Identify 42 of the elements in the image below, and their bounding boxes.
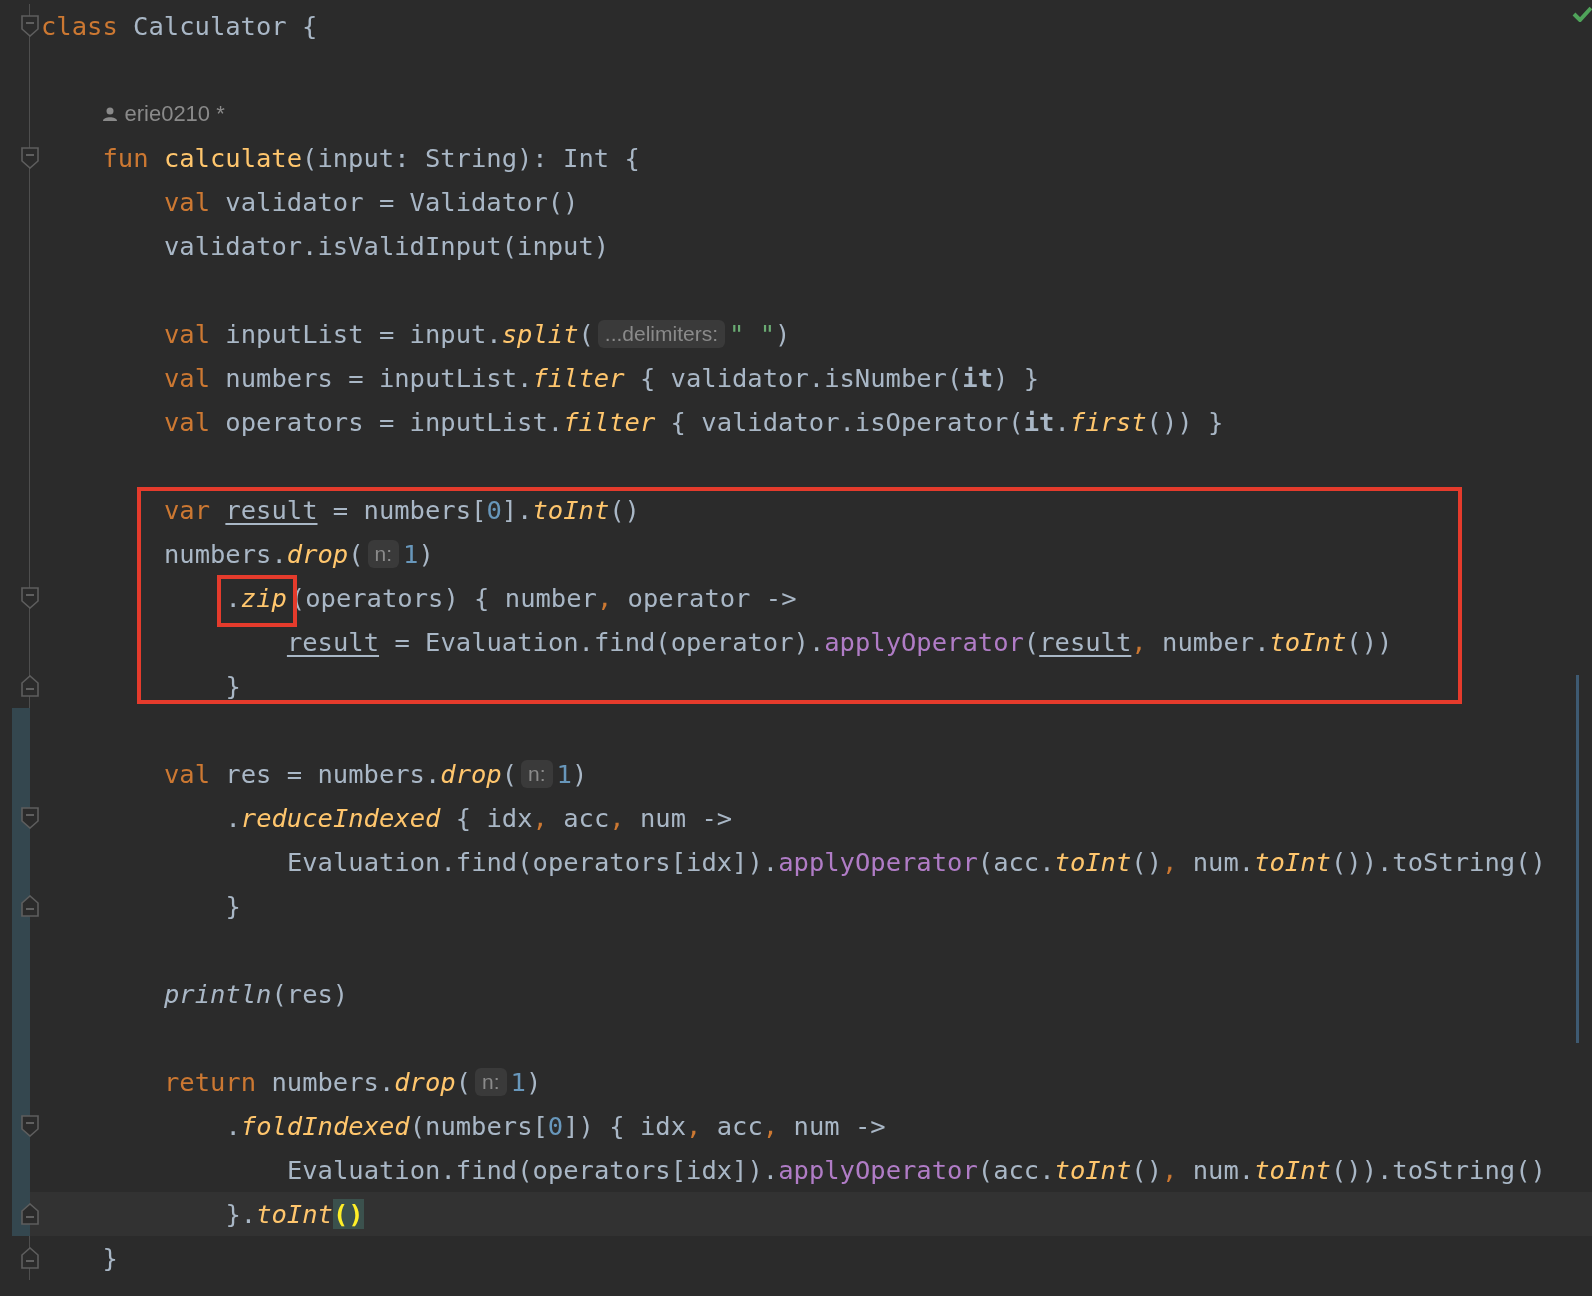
code-text: 1) bbox=[403, 538, 434, 570]
code-text: numbers.drop( bbox=[163, 538, 364, 570]
code-text: val validator = Validator() bbox=[163, 186, 579, 218]
code-text: 1) bbox=[510, 1066, 542, 1098]
code-text: var result = numbers[0].toInt() bbox=[163, 494, 640, 526]
code-text: Evaluation.find(operators[idx]).applyOperator(acc.toInt(), num.toInt()).toString() bbox=[286, 1154, 1546, 1186]
fold-icon[interactable] bbox=[21, 147, 39, 169]
fold-icon[interactable] bbox=[21, 895, 39, 917]
inlay-hint: n: bbox=[475, 1068, 507, 1096]
code-text: println(res) bbox=[163, 978, 349, 1010]
fold-icon[interactable] bbox=[21, 1247, 39, 1269]
code-text: val operators = inputList.filter { validator.isOperator(it.first()) } bbox=[163, 406, 1224, 438]
code-text: " ") bbox=[729, 318, 791, 350]
code-text: (operators) { number, operator -> bbox=[289, 582, 797, 614]
code-text: } bbox=[225, 890, 241, 922]
code-text: }.toInt() bbox=[225, 1198, 364, 1230]
code-text: class Calculator { bbox=[41, 10, 318, 42]
fold-icon[interactable] bbox=[21, 1115, 39, 1137]
code-text: validator.isValidInput(input) bbox=[163, 230, 610, 262]
inlay-hint: ...delimiters: bbox=[597, 320, 726, 348]
fold-icon[interactable] bbox=[21, 587, 39, 609]
code-text: .reduceIndexed { idx, acc, num -> bbox=[225, 802, 733, 834]
author-label[interactable]: erie0210 * bbox=[124, 101, 225, 127]
fold-icon[interactable] bbox=[21, 15, 39, 37]
fold-icon[interactable] bbox=[21, 807, 39, 829]
code-text: } bbox=[102, 1242, 118, 1274]
code-text: return numbers.drop( bbox=[163, 1066, 472, 1098]
person-icon bbox=[102, 106, 119, 122]
code-text: 1) bbox=[556, 758, 588, 790]
code-text: val res = numbers.drop( bbox=[163, 758, 518, 790]
code-text: val inputList = input.split( bbox=[163, 318, 594, 350]
code-text: result = Evaluation.find(operator).applyOperator(result, number.toInt()) bbox=[286, 626, 1393, 658]
code-text: } bbox=[225, 670, 241, 702]
inlay-hint: n: bbox=[367, 540, 400, 568]
fold-icon[interactable] bbox=[21, 1203, 39, 1225]
code-text: Evaluation.find(operators[idx]).applyOperator(acc.toInt(), num.toInt()).toString() bbox=[286, 846, 1546, 878]
code-text: fun calculate(input: String): Int { bbox=[102, 142, 640, 174]
code-text: .foldIndexed(numbers[0]) { idx, acc, num -> bbox=[225, 1110, 886, 1142]
code-text: val numbers = inputList.filter { validator.isNumber(it) } bbox=[163, 362, 1040, 394]
code-text: .zip bbox=[225, 582, 287, 614]
inlay-hint: n: bbox=[521, 760, 553, 788]
fold-icon[interactable] bbox=[21, 675, 39, 697]
